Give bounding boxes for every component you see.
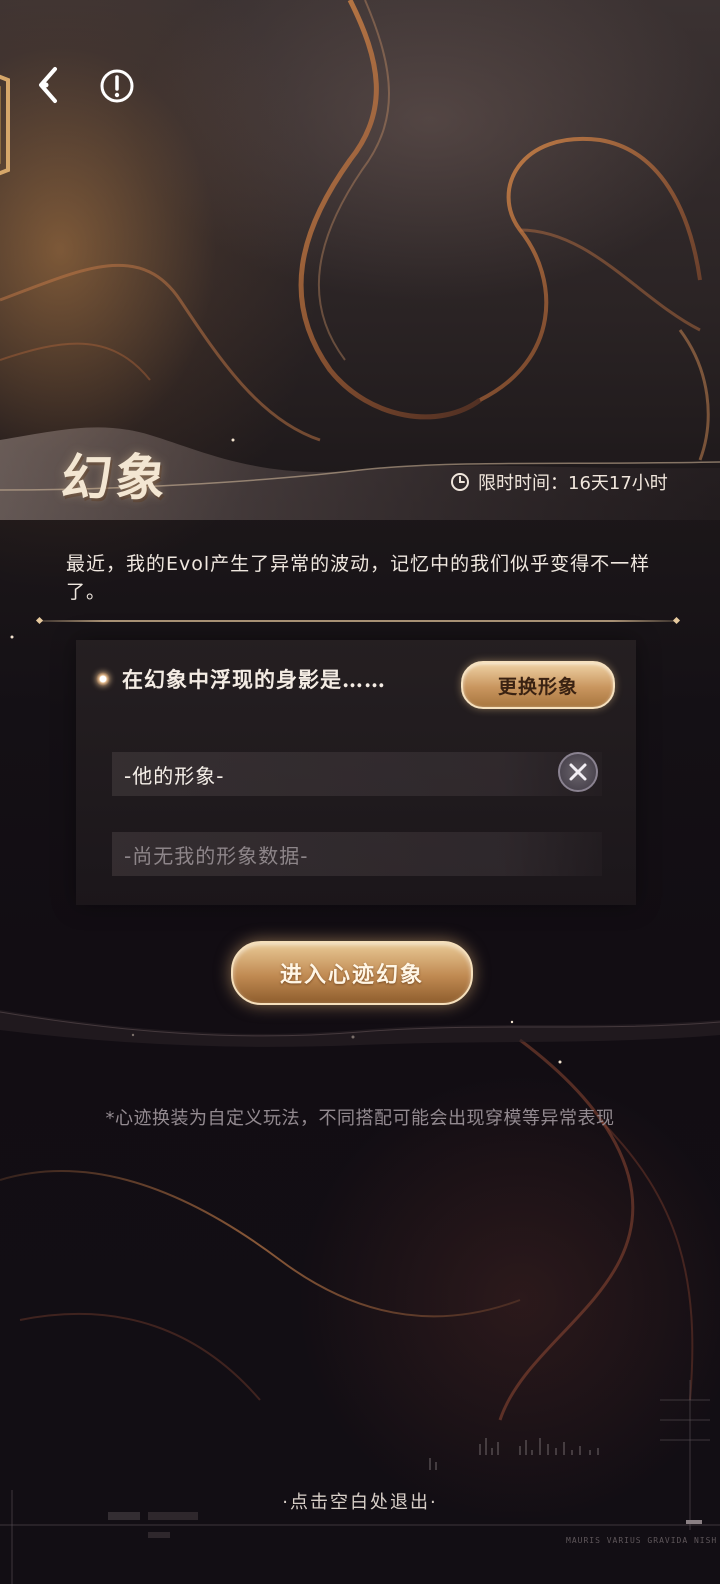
top-bar — [0, 0, 720, 176]
clock-icon — [451, 473, 469, 491]
his-appearance-slot[interactable]: -他的形象- — [112, 752, 602, 796]
customization-notice: *心迹换装为自定义玩法，不同搭配可能会出现穿模等异常表现 — [105, 1108, 615, 1129]
remove-his-appearance-button[interactable] — [558, 752, 598, 792]
decorative-caption: MAURIS VARIUS GRAVIDA NISH — [566, 1536, 718, 1545]
wave-decoration — [0, 1010, 720, 1047]
screen-background[interactable]: 幻象 限时时间：16天17小时 最近，我的Evol产生了异常的波动，记忆中的我们… — [0, 0, 720, 1584]
page-title: 幻象 — [58, 448, 173, 507]
tap-to-exit-hint[interactable]: ·点击空白处退出· — [0, 1488, 720, 1514]
close-icon — [569, 763, 587, 781]
timer-label: 限时时间：16天17小时 — [478, 473, 668, 494]
exclamation-circle-icon — [100, 69, 134, 103]
back-button[interactable] — [28, 62, 68, 108]
chevron-left-icon — [39, 67, 57, 103]
frame-ornament-icon — [0, 74, 10, 176]
panel-question: 在幻象中浮现的身影是…… — [122, 667, 386, 692]
bottom-hud-decoration — [0, 1380, 720, 1584]
limited-time-timer: 限时时间：16天17小时 — [450, 468, 668, 496]
appearance-panel: 在幻象中浮现的身影是…… 更换形象 -他的形象- -尚无我的形象数据- — [76, 640, 636, 905]
his-appearance-label: -他的形象- — [124, 763, 225, 788]
event-description: 最近，我的Evol产生了异常的波动，记忆中的我们似乎变得不一样了。 — [66, 553, 651, 603]
section-divider — [40, 620, 676, 622]
panel-heading: 在幻象中浮现的身影是…… — [96, 664, 386, 694]
bullet-dot-icon — [96, 672, 110, 686]
my-appearance-label: -尚无我的形象数据- — [124, 843, 309, 868]
my-appearance-slot[interactable]: -尚无我的形象数据- — [112, 832, 602, 876]
change-appearance-button[interactable]: 更换形象 — [461, 661, 615, 709]
info-button[interactable] — [98, 67, 136, 105]
